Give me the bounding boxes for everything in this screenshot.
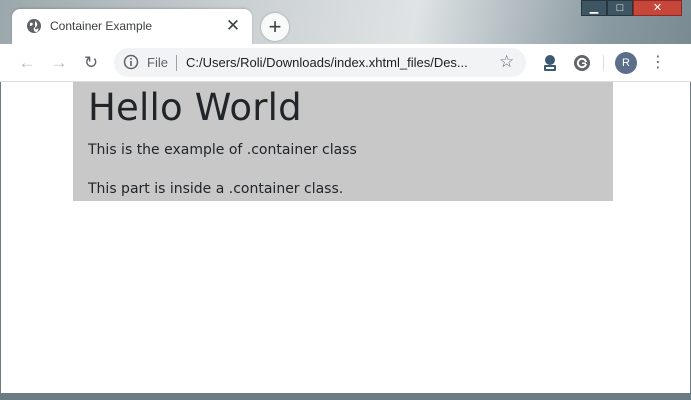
forward-button[interactable]: → bbox=[48, 52, 70, 74]
window-bottom-edge bbox=[0, 393, 691, 400]
page-heading: Hello World bbox=[88, 86, 302, 129]
back-button[interactable]: ← bbox=[16, 52, 38, 74]
close-window-button[interactable]: ✕ bbox=[633, 0, 682, 16]
kebab-menu-icon[interactable]: ⋮ bbox=[650, 52, 666, 74]
tab-title: Container Example bbox=[50, 19, 153, 33]
reload-button[interactable]: ↻ bbox=[80, 52, 102, 74]
page-viewport: Hello World This is the example of .cont… bbox=[0, 82, 691, 400]
scheme-divider bbox=[176, 55, 177, 71]
tab-strip: Container Example ✕ + ▁ □ ✕ bbox=[0, 0, 691, 44]
bookmark-star-icon[interactable]: ☆ bbox=[499, 52, 514, 72]
maximize-button[interactable]: □ bbox=[607, 0, 633, 16]
intro-paragraph: This is the example of .container class bbox=[88, 142, 357, 158]
container-block: Hello World This is the example of .cont… bbox=[73, 82, 613, 201]
browser-window: Container Example ✕ + ▁ □ ✕ ← → ↻ File C… bbox=[0, 0, 691, 400]
extension-icon[interactable] bbox=[540, 53, 560, 73]
globe-icon bbox=[26, 18, 42, 34]
toolbar-divider bbox=[603, 55, 604, 71]
profile-avatar[interactable]: R bbox=[615, 52, 637, 74]
scheme-label: File bbox=[147, 55, 168, 70]
info-icon[interactable] bbox=[123, 54, 139, 70]
tab-close-icon[interactable]: ✕ bbox=[224, 17, 242, 35]
new-tab-button[interactable]: + bbox=[261, 13, 289, 41]
browser-toolbar: ← → ↻ File C:/Users/Roli/Downloads/index… bbox=[0, 44, 691, 82]
container-paragraph: This part is inside a .container class. bbox=[88, 181, 344, 197]
url-text[interactable]: C:/Users/Roli/Downloads/index.xhtml_file… bbox=[186, 55, 468, 70]
address-bar[interactable]: File C:/Users/Roli/Downloads/index.xhtml… bbox=[114, 48, 526, 77]
tab-container-example[interactable]: Container Example ✕ bbox=[12, 9, 252, 44]
minimize-button[interactable]: ▁ bbox=[581, 0, 607, 16]
grammarly-extension-icon[interactable] bbox=[572, 53, 592, 73]
